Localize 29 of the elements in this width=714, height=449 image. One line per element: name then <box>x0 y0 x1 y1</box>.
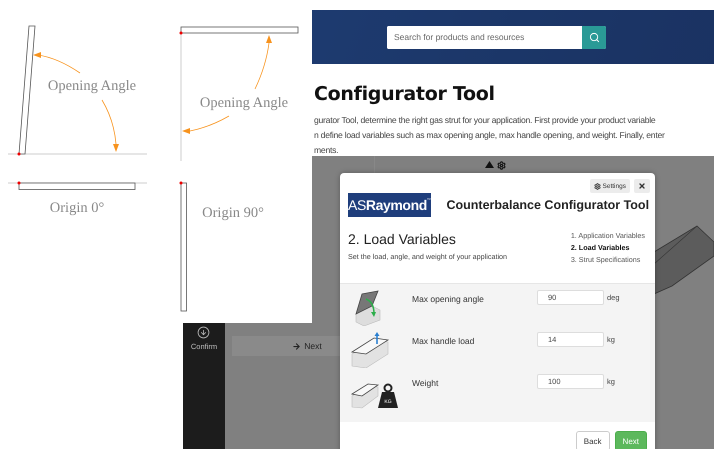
origin-label: Origin 90° <box>202 205 264 221</box>
settings-icon <box>594 182 600 190</box>
angle-arrow <box>182 116 230 134</box>
angle-arrow <box>254 35 272 90</box>
step-title: 2. Load Variables <box>348 231 457 247</box>
origin-label: Origin 0° <box>50 200 104 216</box>
strut-drawing <box>654 224 714 294</box>
search-icon <box>588 32 600 42</box>
triangle-icon[interactable] <box>485 161 494 168</box>
close-icon <box>638 182 646 190</box>
arrow-right-icon <box>292 342 302 350</box>
intro-text: n define load variables such as max opening angle, max handle opening, and weight. Finally, enter <box>314 129 666 142</box>
box-lift-icon <box>350 332 390 368</box>
angle-label: Opening Angle <box>48 78 136 94</box>
close-button[interactable] <box>634 179 650 193</box>
field-label: Max handle load <box>412 335 476 346</box>
dialog-title: Counterbalance Configurator Tool <box>446 198 650 212</box>
settings-icon[interactable] <box>497 161 506 170</box>
search-field[interactable]: Search for products and resources <box>387 26 606 48</box>
back-button[interactable]: Back <box>576 431 610 449</box>
field-label: Max opening angle <box>412 293 485 304</box>
angle-arrow <box>102 100 119 152</box>
intro-text: gurator Tool, determine the right gas strut for your application. First provide your product variable <box>314 114 656 127</box>
intro-text: ments. <box>314 144 340 157</box>
page-title: Configurator Tool <box>314 83 496 105</box>
angle-arrow <box>33 52 80 74</box>
angle-label: Opening Angle <box>200 95 288 111</box>
field-label: Weight <box>412 377 440 388</box>
search-button[interactable] <box>582 26 606 48</box>
